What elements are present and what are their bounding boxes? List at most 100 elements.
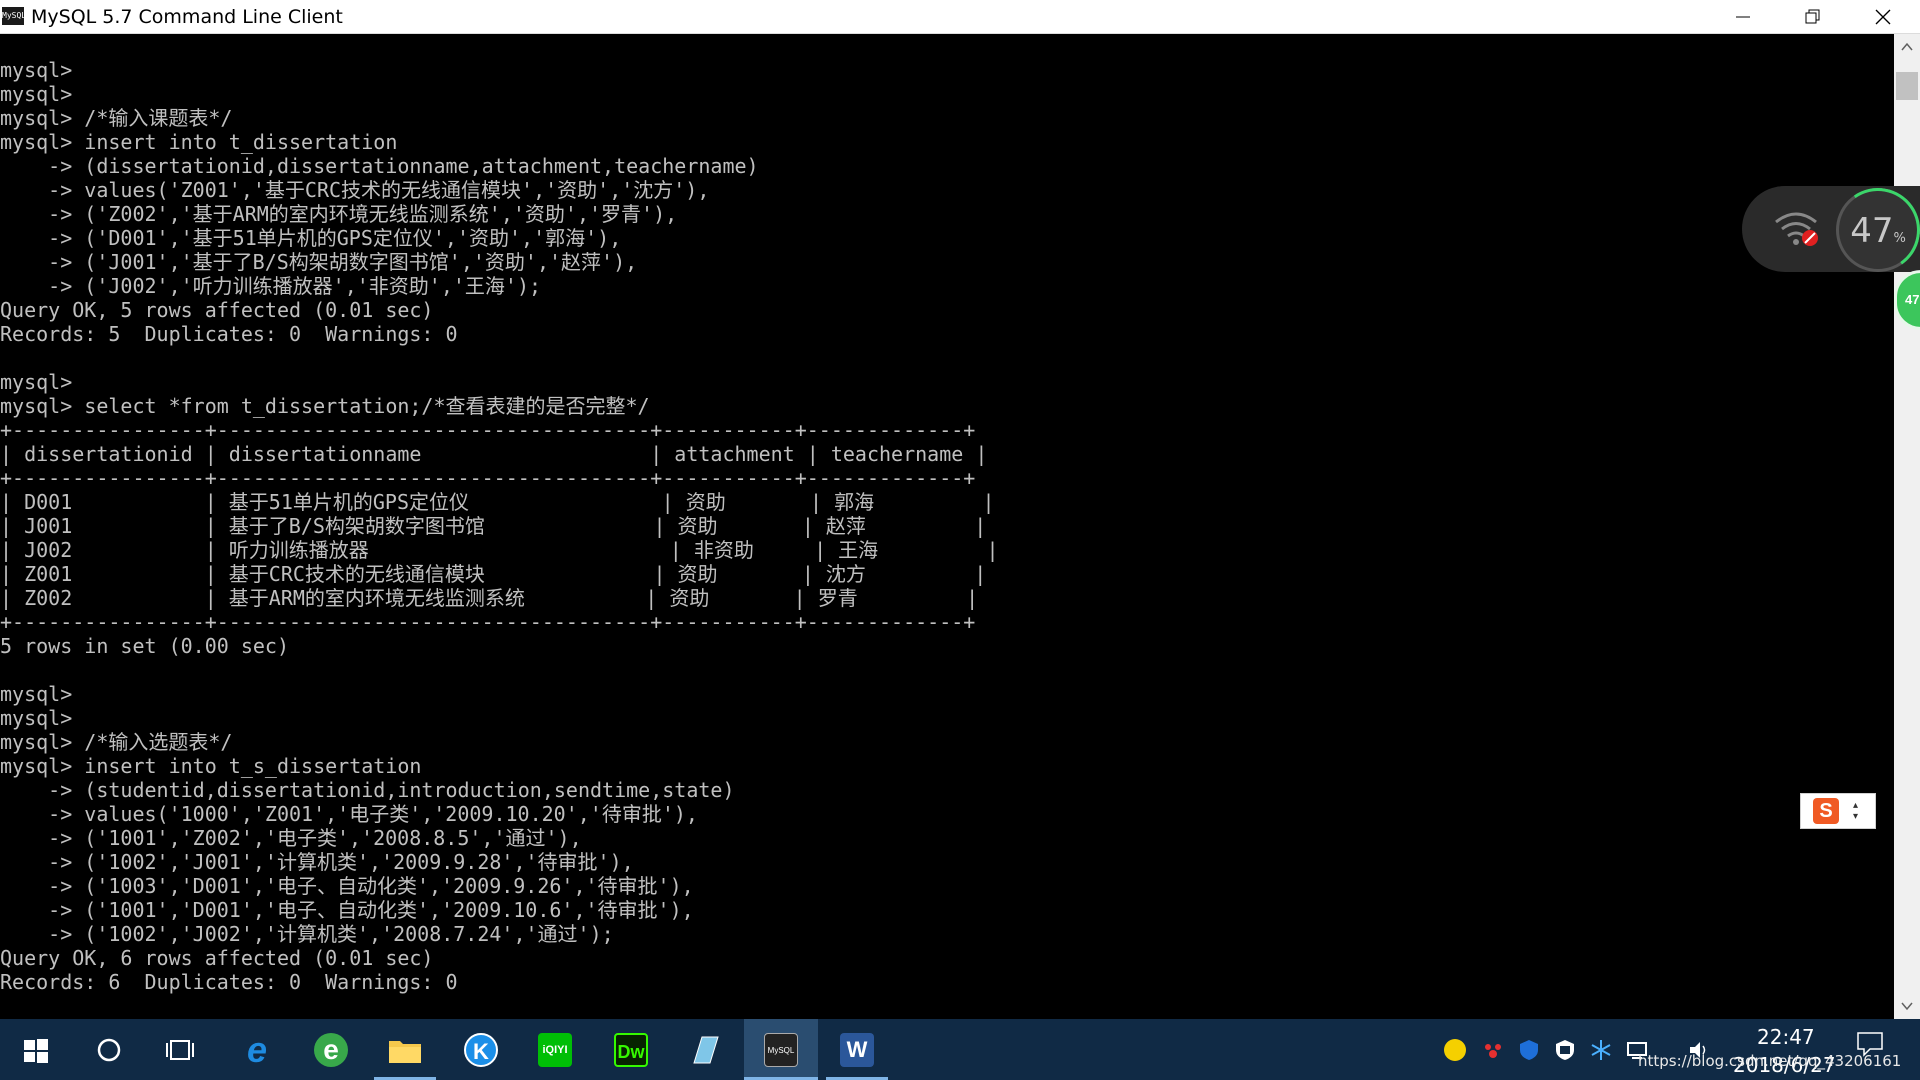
taskbar-iqiyi[interactable]: iQIYI — [518, 1019, 592, 1080]
console-line: +----------------+----------------------… — [0, 418, 976, 442]
word-icon: W — [840, 1033, 874, 1067]
dreamweaver-icon: Dw — [614, 1033, 648, 1067]
plus-app-tray-icon[interactable] — [1444, 1039, 1466, 1061]
usage-percent-ring: 47% — [1829, 181, 1920, 279]
console-line: -> ('J001','基于了B/S构架胡数字图书馆','资助','赵萍'), — [0, 250, 638, 274]
console-line: +----------------+----------------------… — [0, 466, 976, 490]
console-line: -> (studentid,dissertationid,introductio… — [0, 778, 735, 802]
wifi-disconnected-icon — [1775, 212, 1818, 246]
taskbar-edge[interactable]: e — [220, 1019, 294, 1080]
console-line: Query OK, 6 rows affected (0.01 sec) — [0, 946, 434, 970]
usage-percent-text: 47% — [1839, 211, 1917, 251]
console-line: | D001 | 基于51单片机的GPS定位仪 | 资助 | 郭海 | — [0, 490, 995, 514]
console-line: -> ('1001','D001','电子、自动化类','2009.10.6',… — [0, 898, 694, 922]
start-button[interactable] — [0, 1019, 74, 1080]
console-line: -> ('1003','D001','电子、自动化类','2009.9.26',… — [0, 874, 694, 898]
console-line: mysql> — [0, 82, 73, 106]
ime-menu-icon[interactable]: ▴ ▾ — [1853, 800, 1858, 822]
taskbar-mysql[interactable]: MySQL — [744, 1019, 818, 1080]
taskbar-kugou[interactable]: K — [444, 1019, 518, 1080]
paw-tray-icon[interactable] — [1482, 1039, 1504, 1061]
cortana-button[interactable] — [72, 1019, 146, 1080]
console-line: -> ('1001','Z002','电子类','2008.8.5','通过')… — [0, 826, 582, 850]
console-line: | J001 | 基于了B/S构架胡数字图书馆 | 资助 | 赵萍 | — [0, 514, 987, 538]
console-lines: mysql> mysql> mysql> /*输入课题表*/mysql> inser… — [0, 58, 999, 994]
mysql-console-icon: MySQL — [764, 1033, 798, 1067]
console-line: | J002 | 听力训练播放器 | 非资助 | 王海 | — [0, 538, 999, 562]
vertical-scrollbar[interactable] — [1894, 34, 1920, 1019]
console-line: -> values('Z001','基于CRC技术的无线通信模块','资助','… — [0, 178, 710, 202]
console-line: mysql> insert into t_dissertation — [0, 130, 398, 154]
console-line: mysql> — [0, 370, 73, 394]
taskbar-dreamweaver[interactable]: Dw — [594, 1019, 668, 1080]
chevron-down-icon — [1901, 1002, 1913, 1011]
console-line: -> ('1002','J001','计算机类','2009.9.28','待审… — [0, 850, 634, 874]
console-line: -> (dissertationid,dissertationname,atta… — [0, 154, 759, 178]
paw-icon — [1485, 1044, 1501, 1058]
console-line: 5 rows in set (0.00 sec) — [0, 634, 289, 658]
ime-toolbar[interactable]: S ▴ ▾ — [1800, 793, 1876, 829]
usage-percent-value: 47 — [1850, 211, 1894, 251]
shield-icon — [1520, 1040, 1538, 1060]
console-line: | Z001 | 基于CRC技术的无线通信模块 | 资助 | 沈方 | — [0, 562, 987, 586]
title-bar[interactable]: MySQL MySQL 5.7 Command Line Client — [0, 0, 1920, 34]
windows-logo-icon — [24, 1039, 48, 1063]
edge-icon: e — [246, 1029, 268, 1070]
close-button[interactable] — [1852, 0, 1914, 33]
security-tray-icon[interactable] — [1554, 1039, 1576, 1061]
console-line: mysql> /*输入课题表*/ — [0, 106, 233, 130]
watermark-url: https://blog.csdn.net/qq_43206161 — [1638, 1052, 1902, 1070]
kugou-icon: K — [464, 1033, 498, 1067]
usage-percent-sign: % — [1893, 231, 1906, 246]
windows-defender-icon — [1556, 1040, 1574, 1060]
console-line: | dissertationid | dissertationname | at… — [0, 442, 988, 466]
taskbar-notepad[interactable] — [668, 1019, 742, 1080]
clock-time[interactable]: 22:47 — [1757, 1025, 1815, 1049]
task-view-button[interactable] — [144, 1019, 218, 1080]
shield-tray-icon[interactable] — [1518, 1039, 1540, 1061]
minimize-icon — [1736, 16, 1750, 18]
scroll-up-button[interactable] — [1894, 34, 1920, 60]
snowflake-tray-icon[interactable] — [1590, 1039, 1612, 1061]
scroll-thumb[interactable] — [1896, 72, 1918, 100]
folder-icon — [389, 1041, 421, 1063]
notepad-icon — [693, 1036, 719, 1064]
mysql-app-icon: MySQL — [2, 7, 26, 25]
console-line: mysql> — [0, 682, 73, 706]
taskbar-file-explorer[interactable] — [368, 1019, 442, 1080]
minimize-button[interactable] — [1712, 0, 1774, 33]
restore-icon — [1805, 9, 1820, 24]
taskbar: e e K iQIYI Dw MySQL W 22:47 2018/6/27 — [0, 1019, 1920, 1080]
window-title: MySQL 5.7 Command Line Client — [31, 6, 343, 28]
console-line: mysql> insert into t_s_dissertation — [0, 754, 422, 778]
snowflake-icon — [1591, 1040, 1611, 1060]
scroll-down-button[interactable] — [1894, 993, 1920, 1019]
console-line: Records: 5 Duplicates: 0 Warnings: 0 — [0, 322, 458, 346]
console-line: +----------------+----------------------… — [0, 610, 976, 634]
console-line: -> ('Z002','基于ARM的室内环境无线监测系统','资助','罗青')… — [0, 202, 678, 226]
console-line: -> ('D001','基于51单片机的GPS定位仪','资助','郭海'), — [0, 226, 622, 250]
task-view-icon — [166, 1040, 194, 1060]
chevron-up-icon — [1901, 42, 1913, 51]
search-circle-icon — [97, 1038, 121, 1062]
network-monitor-widget[interactable]: 47% — [1742, 181, 1920, 279]
console-line: mysql> select *from t_dissertation;/*查看表… — [0, 394, 650, 418]
taskbar-word[interactable]: W — [820, 1019, 894, 1080]
console-line: | Z002 | 基于ARM的室内环境无线监测系统 | 资助 | 罗青 | — [0, 586, 979, 610]
console-output[interactable]: mysql> mysql> mysql> /*输入课题表*/mysql> inser… — [0, 34, 1894, 1019]
console-line: Records: 6 Duplicates: 0 Warnings: 0 — [0, 970, 458, 994]
close-icon — [1875, 9, 1891, 25]
console-line: -> ('1002','J002','计算机类','2008.7.24','通过… — [0, 922, 614, 946]
restore-button[interactable] — [1782, 0, 1844, 33]
console-line: -> values('1000','Z001','电子类','2009.10.2… — [0, 802, 698, 826]
console-line: -> ('J002','听力训练播放器','非资助','王海'); — [0, 274, 542, 298]
console-line: mysql> — [0, 58, 73, 82]
taskbar-browser-360[interactable]: e — [294, 1019, 368, 1080]
iqiyi-icon: iQIYI — [538, 1033, 572, 1067]
sogou-ime-icon[interactable]: S — [1813, 798, 1839, 824]
console-line: mysql> — [0, 706, 73, 730]
browser-360-icon: e — [314, 1033, 348, 1067]
console-line: Query OK, 5 rows affected (0.01 sec) — [0, 298, 434, 322]
